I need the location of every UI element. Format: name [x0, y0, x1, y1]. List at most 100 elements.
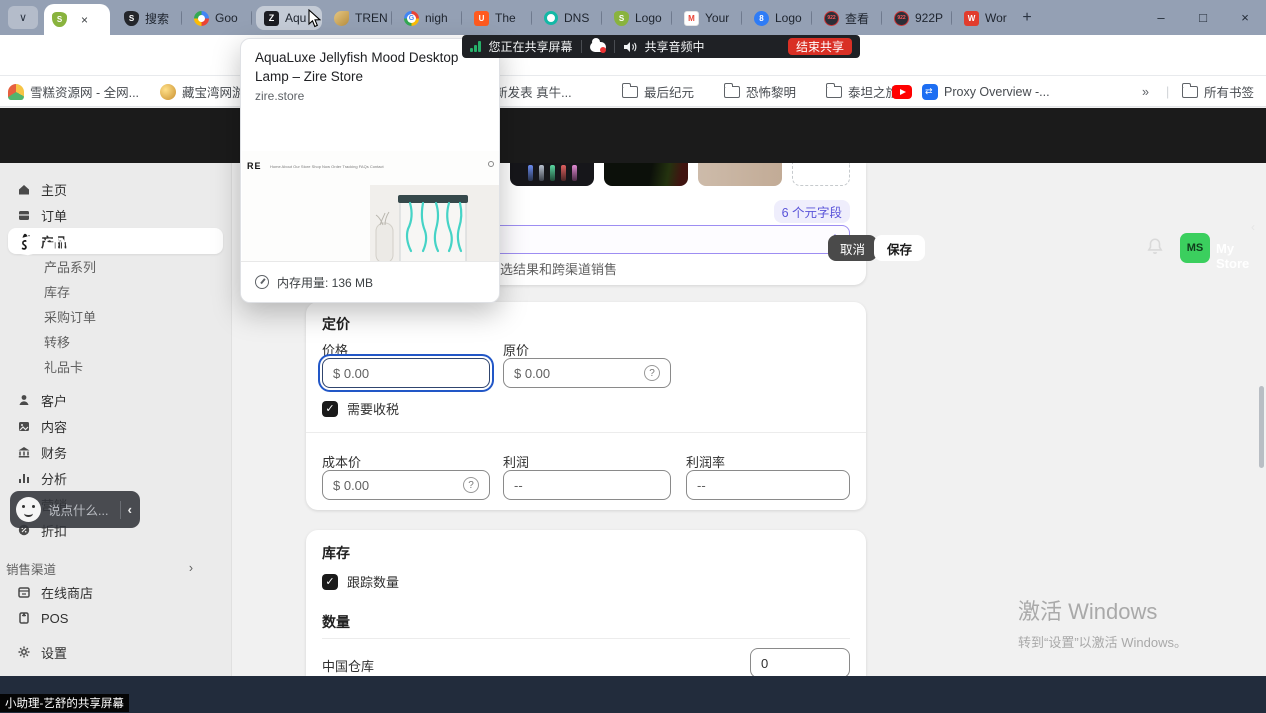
site-search-icon	[488, 161, 494, 167]
sidebar-item-transfers[interactable]: 转移	[0, 329, 231, 354]
sales-channels-header[interactable]: 销售渠道 ›	[0, 557, 231, 579]
price-label: 价格	[322, 340, 348, 359]
tab-label: Wor	[985, 11, 1007, 25]
cancel-button[interactable]: 取消	[828, 235, 877, 261]
tab-memory-footer: 内存用量: 136 MB	[241, 261, 499, 302]
help-icon[interactable]: ?	[644, 365, 660, 381]
bookmark-item[interactable]: 藏宝湾网游	[160, 76, 245, 107]
sidebar-item-collections[interactable]: 产品系列	[0, 254, 231, 279]
bookmarks-overflow-icon[interactable]: »	[1142, 76, 1149, 107]
tab-label: 搜索	[145, 10, 169, 27]
window-close-button[interactable]: ×	[1224, 0, 1266, 35]
bookmark-item[interactable]: Proxy Overview -...	[922, 76, 1050, 107]
sidebar-item-inventory[interactable]: 库存	[0, 279, 231, 304]
browser-tab[interactable]: 搜索	[116, 6, 182, 30]
margin-input[interactable]: --	[686, 470, 850, 500]
cost-input[interactable]: $ 0.00 ?	[322, 470, 490, 500]
window-maximize-button[interactable]: □	[1182, 0, 1224, 35]
window-minimize-button[interactable]: –	[1140, 0, 1182, 35]
browser-tab[interactable]: Logo	[746, 6, 812, 30]
sidebar-item-home[interactable]: 主页	[0, 176, 231, 202]
help-icon[interactable]: ?	[463, 477, 479, 493]
tab-label: Aqu	[285, 11, 306, 25]
youtube-icon	[892, 85, 912, 99]
product-thumbnail[interactable]	[604, 163, 688, 186]
chat-collapse-icon[interactable]: ‹	[128, 502, 132, 517]
product-thumbnail[interactable]	[510, 163, 594, 186]
sidebar-item-purchase-orders[interactable]: 采购订单	[0, 304, 231, 329]
sidebar-item-customers[interactable]: 客户	[0, 387, 231, 413]
browser-tab[interactable]: Goo	[186, 6, 252, 30]
sidebar-item-settings[interactable]: 设置	[0, 639, 231, 665]
chat-input-placeholder[interactable]: 说点什么...	[48, 500, 113, 519]
screenshare-caption: 小助理-艺舒的共享屏幕	[0, 694, 129, 712]
bookmark-favicon	[8, 84, 24, 100]
browser-tab[interactable]: 922P	[886, 6, 952, 30]
word-favicon	[964, 11, 979, 26]
smiley-face-icon	[16, 497, 41, 522]
profit-input[interactable]: --	[503, 470, 671, 500]
charge-tax-checkbox-row[interactable]: ✓ 需要收税	[322, 399, 399, 418]
browser-tab-active[interactable]: ×	[44, 4, 110, 35]
tab-close-icon[interactable]: ×	[81, 13, 88, 27]
tab-label: nigh	[425, 11, 448, 25]
checkbox-checked-icon[interactable]: ✓	[322, 401, 338, 417]
tab-search-chevron-icon: ∨	[19, 11, 27, 24]
sidebar-item-pos[interactable]: POS	[0, 605, 231, 631]
browser-tab[interactable]: Your	[676, 6, 742, 30]
screenshare-chat-overlay[interactable]: 说点什么... ‹	[10, 491, 140, 528]
all-bookmarks-button[interactable]: 所有书签	[1182, 76, 1254, 107]
product-thumbnail[interactable]	[698, 163, 782, 186]
browser-tab[interactable]: Wor	[956, 6, 1016, 30]
compare-price-input[interactable]: $ 0.00 ?	[503, 358, 671, 388]
bookmark-item[interactable]: 雪糕资源网 - 全网...	[8, 76, 139, 107]
sidebar-item-analytics[interactable]: 分析	[0, 465, 231, 491]
new-tab-button[interactable]: +	[1016, 7, 1038, 29]
browser-tab[interactable]: The	[466, 6, 532, 30]
audio-share-status-text: 共享音频中	[645, 38, 705, 55]
maximize-icon: □	[1199, 10, 1207, 25]
sidebar-item-orders[interactable]: 订单	[0, 202, 231, 228]
person-icon	[16, 392, 32, 408]
minimize-icon: –	[1157, 10, 1164, 25]
metafields-link[interactable]: 6 个元字段	[774, 200, 850, 223]
sidebar-item-finance[interactable]: 财务	[0, 439, 231, 465]
shopify-admin-header: shopify 取消 保存 MS My Store ‹	[0, 108, 1266, 163]
shopify-bag-icon	[14, 231, 38, 257]
add-media-placeholder[interactable]	[792, 163, 850, 186]
browser-tab[interactable]: TREN	[326, 6, 392, 30]
signal-bars-icon	[470, 41, 481, 52]
sidebar-item-online-store[interactable]: 在线商店	[0, 579, 231, 605]
checkbox-checked-icon[interactable]: ✓	[322, 574, 338, 590]
header-collapse-icon[interactable]: ‹	[1251, 220, 1255, 234]
bookmark-folder[interactable]: 泰坦之旅	[826, 76, 898, 107]
page-scrollbar[interactable]	[1259, 386, 1264, 468]
tab-label: TREN	[355, 11, 388, 25]
shopify-logo: shopify	[14, 231, 108, 257]
store-avatar[interactable]: MS	[1180, 233, 1210, 263]
price-input[interactable]: $ 0.00	[322, 358, 490, 388]
track-quantity-checkbox-row[interactable]: ✓ 跟踪数量	[322, 572, 399, 591]
screen-share-bar: 您正在共享屏幕 共享音频中 结束共享	[462, 35, 860, 58]
save-button[interactable]: 保存	[874, 235, 925, 261]
storefront-icon	[16, 584, 32, 600]
bookmark-item-youtube[interactable]	[892, 76, 918, 107]
notifications-bell-icon[interactable]	[1146, 237, 1164, 255]
browser-tab[interactable]: nigh	[396, 6, 462, 30]
select-helper-text: 选结果和跨渠道销售	[500, 259, 617, 278]
bookmark-folder[interactable]: 恐怖黎明	[724, 76, 796, 107]
mouse-cursor	[308, 9, 321, 28]
browser-tab[interactable]: DNS	[536, 6, 602, 30]
sidebar-item-content[interactable]: 内容	[0, 413, 231, 439]
sidebar-item-gift-cards[interactable]: 礼品卡	[0, 354, 231, 379]
browser-tab[interactable]: Logo	[606, 6, 672, 30]
tab-search-button[interactable]: ∨	[8, 6, 38, 29]
end-share-button[interactable]: 结束共享	[788, 38, 852, 55]
bookmark-folder[interactable]: 最后纪元	[622, 76, 694, 107]
quantity-input[interactable]: 0	[750, 648, 850, 678]
google-favicon	[194, 11, 209, 26]
bar-chart-icon	[16, 470, 32, 486]
tab-label: Logo	[775, 11, 802, 25]
bookmarks-divider: |	[1166, 76, 1169, 107]
browser-tab[interactable]: 查看	[816, 6, 882, 30]
